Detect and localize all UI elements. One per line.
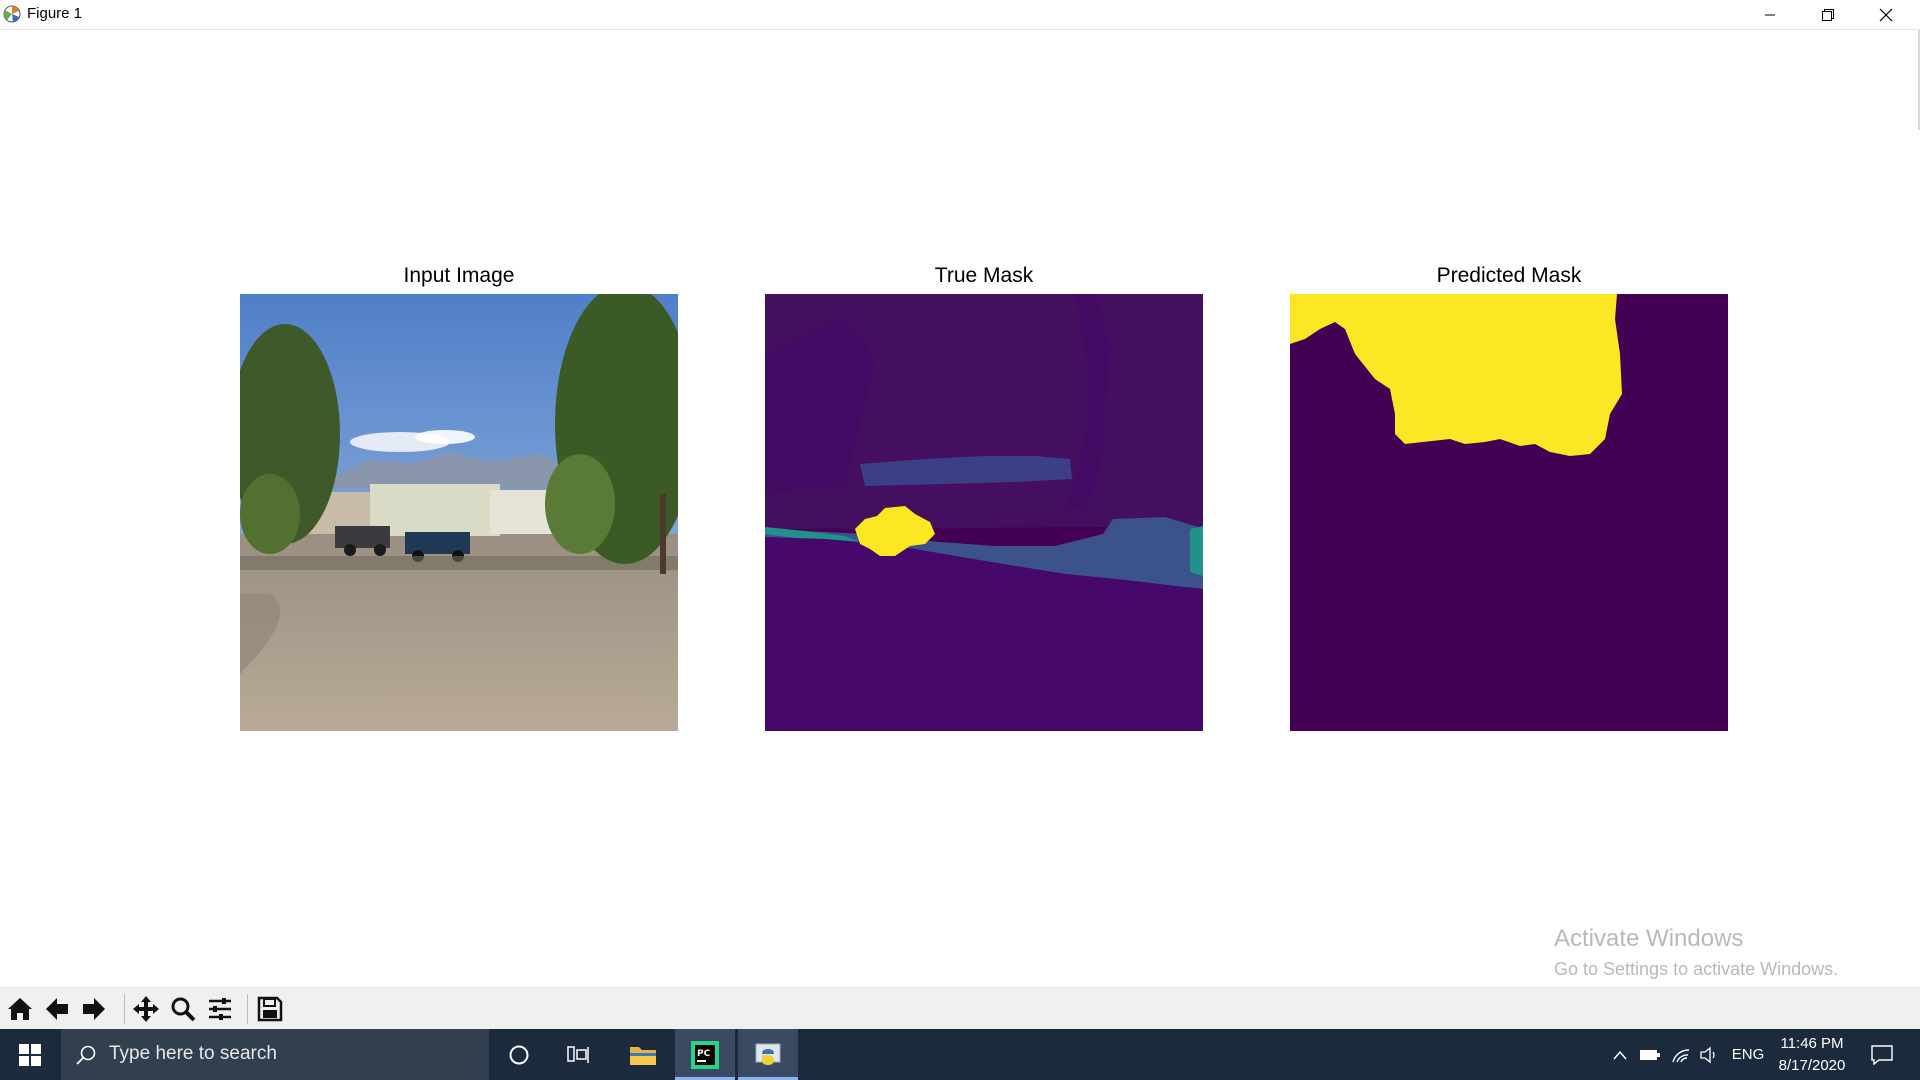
- sliders-icon: [209, 998, 231, 1020]
- file-explorer-button[interactable]: [613, 1029, 673, 1080]
- minimize-icon: [1765, 14, 1775, 15]
- python-figure-button[interactable]: [738, 1029, 798, 1080]
- window-titlebar: Figure 1: [0, 0, 1920, 30]
- wifi-icon: [1672, 1048, 1690, 1062]
- task-view-button[interactable]: [549, 1029, 609, 1080]
- chevron-up-icon: [1613, 1050, 1627, 1059]
- network-tray-button[interactable]: [1668, 1029, 1694, 1080]
- pan-button[interactable]: [129, 992, 163, 1026]
- close-icon: [1879, 8, 1893, 21]
- window-title: Figure 1: [27, 5, 83, 22]
- taskbar-clock[interactable]: 11:46 PM 8/17/2020: [1760, 1033, 1864, 1077]
- floppy-disk-icon: [257, 996, 283, 1022]
- search-icon: [76, 1045, 96, 1065]
- matplotlib-app-icon: [3, 5, 21, 23]
- close-button[interactable]: [1857, 0, 1915, 29]
- toolbar-separator: [124, 994, 125, 1024]
- windows-logo-icon: [19, 1043, 41, 1066]
- battery-icon: [1640, 1049, 1660, 1060]
- taskbar-search-box[interactable]: Type here to search: [61, 1029, 489, 1080]
- toolbar-separator: [247, 994, 248, 1024]
- forward-button[interactable]: [77, 992, 111, 1026]
- figure-toolbar: [0, 987, 1920, 1030]
- speaker-icon: [1700, 1046, 1715, 1063]
- cortana-icon: [509, 1045, 529, 1064]
- cortana-button[interactable]: [489, 1029, 549, 1080]
- forward-arrow-icon: [83, 998, 105, 1020]
- python-icon: [755, 1043, 781, 1065]
- predicted-mask: [1290, 294, 1728, 731]
- true-mask: [765, 294, 1203, 731]
- minimize-button[interactable]: [1741, 0, 1799, 29]
- file-explorer-icon: [630, 1046, 656, 1065]
- panel-title-true-mask: True Mask: [934, 264, 1034, 287]
- panel-title-input-image: Input Image: [403, 264, 515, 287]
- action-center-button[interactable]: [1862, 1029, 1902, 1080]
- task-view-icon: [567, 1045, 589, 1063]
- save-button[interactable]: [253, 992, 287, 1026]
- start-button[interactable]: [0, 1029, 60, 1080]
- clock-time: 11:46 PM: [1780, 1035, 1844, 1052]
- panel-title-predicted-mask: Predicted Mask: [1436, 264, 1582, 287]
- home-button[interactable]: [3, 992, 37, 1026]
- restore-icon: [1822, 8, 1834, 21]
- volume-tray-button[interactable]: [1696, 1029, 1722, 1080]
- zoom-button[interactable]: [166, 992, 200, 1026]
- home-icon: [8, 998, 32, 1020]
- restore-button[interactable]: [1799, 0, 1857, 29]
- pycharm-button[interactable]: PC: [675, 1029, 735, 1080]
- show-hidden-icons-button[interactable]: [1608, 1029, 1632, 1080]
- battery-tray-button[interactable]: [1636, 1029, 1664, 1080]
- clock-date: 8/17/2020: [1778, 1057, 1846, 1074]
- activate-windows-subtitle: Go to Settings to activate Windows.: [1554, 959, 1839, 979]
- input-image: [240, 294, 678, 731]
- windows-taskbar: Type here to search PC ENG 11:46 PM 8/17…: [0, 1029, 1920, 1080]
- back-arrow-icon: [46, 998, 68, 1020]
- back-button[interactable]: [40, 992, 74, 1026]
- search-placeholder: Type here to search: [109, 1043, 277, 1064]
- magnifier-icon: [171, 997, 196, 1022]
- configure-subplots-button[interactable]: [203, 992, 237, 1026]
- pycharm-icon: PC: [691, 1040, 719, 1069]
- svg-text:PC: PC: [697, 1049, 711, 1059]
- activate-windows-title: Activate Windows: [1554, 925, 1744, 952]
- move-icon: [133, 996, 159, 1022]
- notification-icon: [1871, 1044, 1893, 1065]
